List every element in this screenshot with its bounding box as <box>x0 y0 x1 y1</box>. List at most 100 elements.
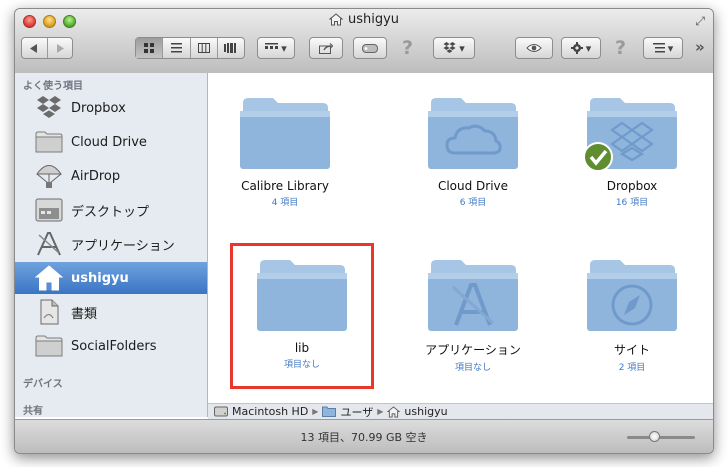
sidebar-item-label: ushigyu <box>71 270 129 286</box>
file-icon-grid: Calibre Library 4 項目 Cloud Drive 6 項目 Dr… <box>208 73 713 403</box>
chevron-down-icon: ▾ <box>459 41 465 55</box>
sidebar-item-label: AirDrop <box>71 168 121 184</box>
arrange-icon <box>265 43 279 49</box>
file-item-dropbox[interactable]: Dropbox 16 項目 <box>557 93 707 208</box>
back-forward-buttons <box>21 37 73 59</box>
path-segment[interactable]: Macintosh HD <box>232 405 308 418</box>
home-icon <box>328 13 343 26</box>
chevron-right-icon: ▶ <box>377 407 384 416</box>
path-segment[interactable]: ushigyu <box>404 405 447 418</box>
icon-view-button[interactable] <box>136 38 164 58</box>
sidebar-item-label: SocialFolders <box>71 338 157 354</box>
file-name: サイト <box>613 343 650 357</box>
file-item-applications[interactable]: アプリケーション 項目なし <box>398 255 548 373</box>
sidebar-item-applications[interactable]: アプリケーション <box>15 228 207 260</box>
back-button[interactable] <box>22 38 48 58</box>
sidebar-header-favorites: よく使う項目 <box>23 81 83 92</box>
arrange-button[interactable]: ▾ <box>257 37 295 59</box>
list-view-button[interactable] <box>163 38 191 58</box>
quick-look-button[interactable] <box>515 37 553 59</box>
file-item-sites[interactable]: サイト 2 項目 <box>557 255 707 373</box>
coverflow-view-icon <box>224 43 237 53</box>
list-view-icon <box>170 43 182 53</box>
desktop-icon <box>33 196 65 224</box>
sidebar-item-documents[interactable]: 書類 <box>15 296 207 328</box>
sidebar-item-label: Dropbox <box>71 100 126 116</box>
sidebar-item-socialfolders[interactable]: SocialFolders <box>15 330 207 362</box>
toolbar-overflow-icon[interactable]: » <box>695 38 705 56</box>
hard-drive-icon <box>214 406 228 417</box>
applications-icon <box>33 230 65 258</box>
item-count: 6 項目 <box>459 198 487 208</box>
title-bar: ushigyu ⤢ ▾ ? ▾ ▾ ? ▾ » <box>15 9 713 74</box>
share-button[interactable] <box>309 37 343 59</box>
toolbar: ▾ ? ▾ ▾ ? ▾ » <box>15 37 713 65</box>
folder-icon <box>33 128 65 156</box>
share-icon <box>319 42 333 54</box>
coverflow-view-button[interactable] <box>218 38 244 58</box>
sidebar-item-label: デスクトップ <box>71 204 150 220</box>
help-icon[interactable]: ? <box>615 37 626 59</box>
column-view-icon <box>197 43 210 53</box>
icon-size-slider[interactable] <box>627 431 695 442</box>
chevron-down-icon: ▾ <box>281 41 287 55</box>
sidebar-item-ushigyu[interactable]: ushigyu <box>15 262 207 294</box>
dropbox-icon <box>443 42 456 53</box>
sidebar-item-dropbox[interactable]: Dropbox <box>15 92 207 124</box>
highlight-box <box>230 243 374 389</box>
chevron-right-icon: ▶ <box>312 407 319 416</box>
applications-folder-icon <box>423 255 523 335</box>
sites-folder-icon <box>582 255 682 335</box>
item-count: 16 項目 <box>615 198 649 208</box>
home-icon <box>33 264 65 292</box>
gear-icon <box>570 42 583 54</box>
tag-button[interactable] <box>353 37 387 59</box>
file-item-cloud-drive[interactable]: Cloud Drive 6 項目 <box>398 93 548 208</box>
back-arrow-icon <box>30 43 38 53</box>
forward-arrow-icon <box>56 43 64 53</box>
file-name: アプリケーション <box>425 343 521 357</box>
sidebar-header-shared: 共有 <box>23 406 43 417</box>
chevron-down-icon: ▾ <box>667 41 674 55</box>
file-name: Dropbox <box>606 179 658 193</box>
chevron-down-icon: ▾ <box>585 41 592 55</box>
dropbox-icon <box>33 94 65 122</box>
file-name: Cloud Drive <box>437 179 509 193</box>
sidebar-item-cloud-drive[interactable]: Cloud Drive <box>15 126 207 158</box>
column-view-button[interactable] <box>191 38 218 58</box>
sidebar-item-desktop[interactable]: デスクトップ <box>15 194 207 226</box>
tag-icon <box>362 43 378 53</box>
file-name: Calibre Library <box>241 179 329 193</box>
status-bar: 13 項目、70.99 GB 空き <box>15 419 713 453</box>
item-count: 2 項目 <box>618 363 646 373</box>
window-title: ushigyu <box>15 12 713 27</box>
sidebar-header-devices: デバイス <box>23 379 63 390</box>
sidebar-item-airdrop[interactable]: AirDrop <box>15 160 207 192</box>
list-options-icon <box>652 43 665 53</box>
window-title-text: ushigyu <box>347 12 400 27</box>
help-icon[interactable]: ? <box>402 37 413 59</box>
dropbox-folder-icon <box>582 93 682 173</box>
path-segment[interactable]: ユーザ <box>340 404 373 420</box>
airdrop-icon <box>33 162 65 190</box>
path-bar: Macintosh HD ▶ ユーザ ▶ ushigyu <box>208 403 713 419</box>
finder-window: ushigyu ⤢ ▾ ? ▾ ▾ ? ▾ » よく使う項目 Dropbox C… <box>14 8 714 454</box>
icon-view-icon <box>143 42 154 53</box>
folder-icon <box>33 332 65 360</box>
file-item-calibre-library[interactable]: Calibre Library 4 項目 <box>210 93 360 208</box>
dropbox-toolbar-button[interactable]: ▾ <box>433 37 475 59</box>
sidebar-item-label: 書類 <box>71 306 98 322</box>
documents-icon <box>33 298 65 326</box>
action-button[interactable]: ▾ <box>561 37 601 59</box>
folder-icon <box>322 406 337 417</box>
sidebar-item-label: アプリケーション <box>71 238 175 254</box>
fullscreen-icon[interactable]: ⤢ <box>695 14 705 29</box>
eye-icon <box>526 44 542 52</box>
status-text: 13 項目、70.99 GB 空き <box>300 431 428 444</box>
forward-button[interactable] <box>48 38 73 58</box>
sidebar: よく使う項目 Dropbox Cloud Drive AirDrop デスクトッ… <box>15 73 208 417</box>
folder-icon <box>235 93 335 173</box>
view-mode-buttons <box>135 37 245 59</box>
item-count: 項目なし <box>454 363 491 373</box>
list-options-button[interactable]: ▾ <box>643 37 683 59</box>
